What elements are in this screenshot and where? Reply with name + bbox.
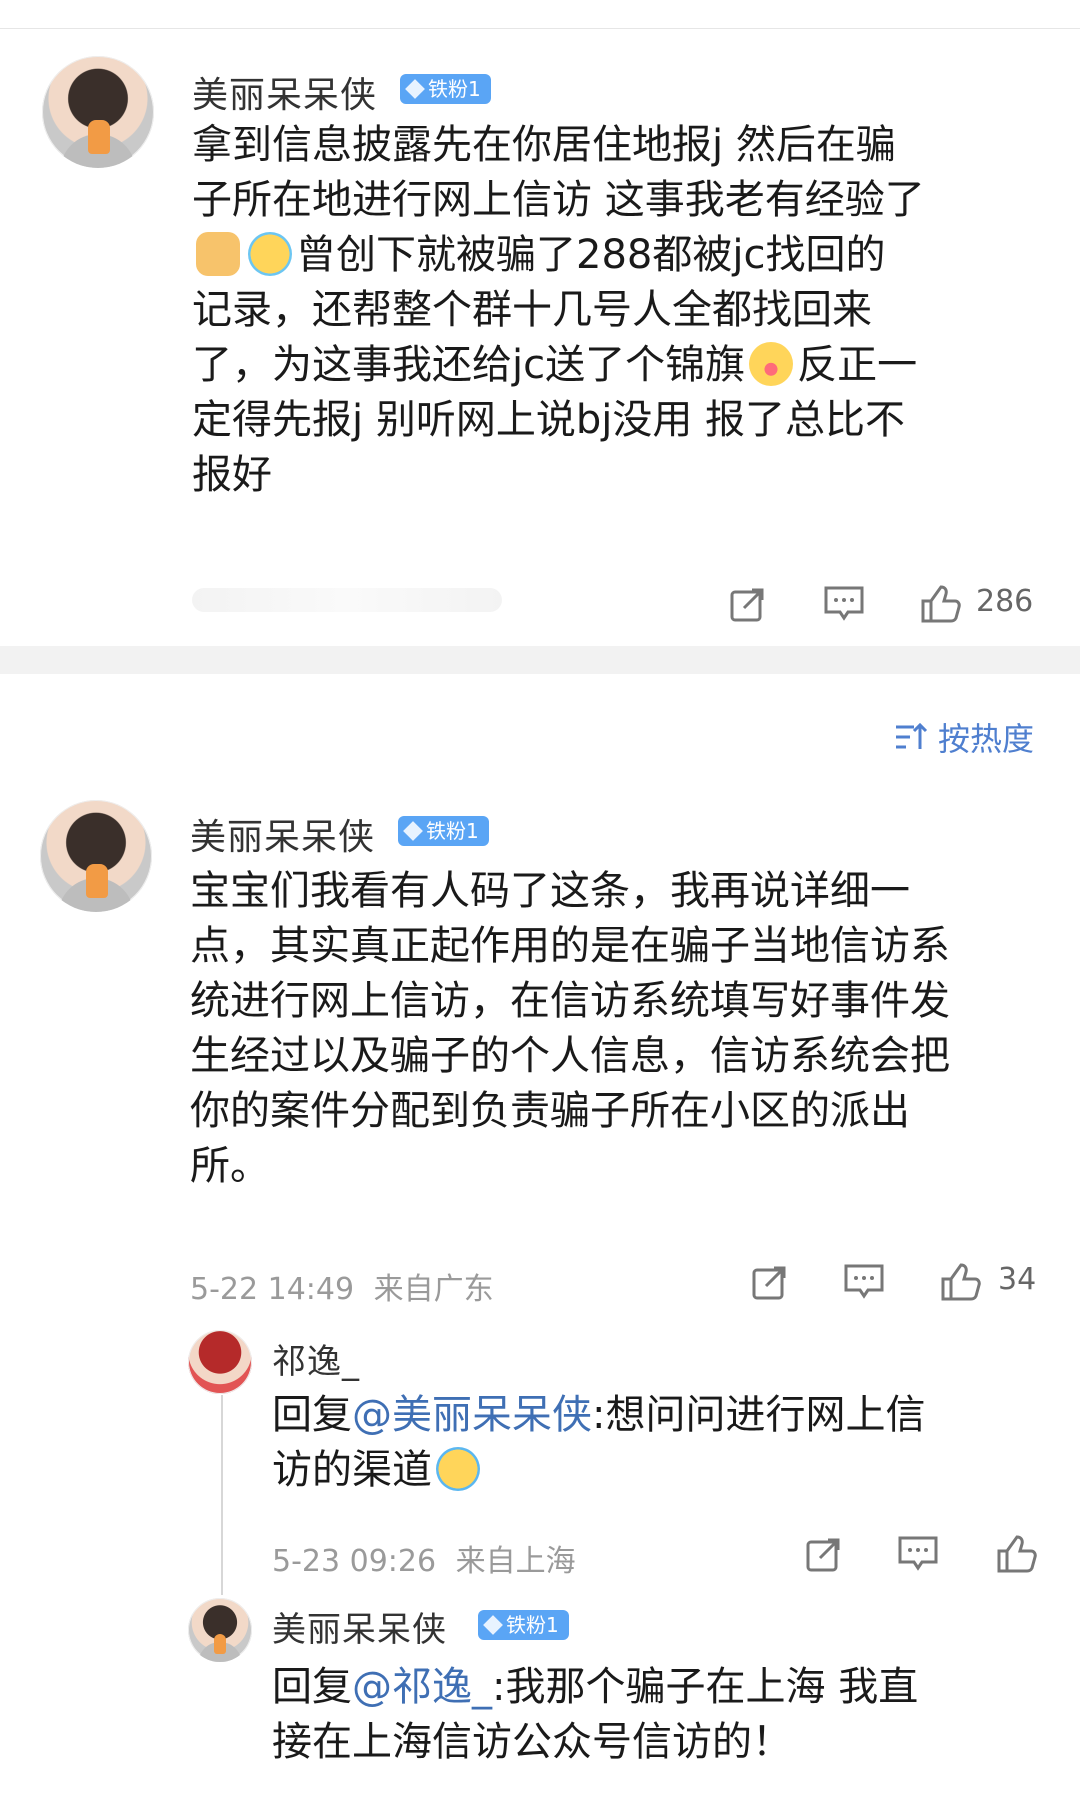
share-icon [752, 1266, 786, 1300]
thumbs-up-icon [997, 1535, 1037, 1573]
crying-emoji [436, 1447, 480, 1491]
reply-timestamp: 5-23 09:26 来自上海 [272, 1536, 576, 1580]
comment-icon [844, 1264, 884, 1299]
like-button[interactable] [990, 1528, 1042, 1580]
reply-username[interactable]: 美丽呆呆侠 [272, 1602, 447, 1651]
share-icon [806, 1538, 840, 1572]
comment-text: 宝宝们我看有人码了这条，我再说详细一 点，其实真正起作用的是在骗子当地信访系 统… [190, 864, 1060, 1194]
reply-line-text: :想问问进行网上信 [592, 1392, 926, 1438]
reply-text: 回复@美丽呆呆侠:想问问进行网上信 访的渠道 [272, 1388, 1052, 1498]
mention-link[interactable]: @美丽呆呆侠 [352, 1392, 592, 1438]
avatar[interactable] [40, 800, 152, 912]
time: 5-22 14:49 [190, 1272, 355, 1307]
fan-badge: 铁粉1 [478, 1610, 569, 1640]
fan-badge: 铁粉1 [398, 816, 489, 846]
mention-link[interactable]: @祁逸_ [352, 1664, 492, 1710]
reply-text: 回复@祁逸_:我那个骗子在上海 我直 接在上海信访公众号信访的！ [272, 1660, 1052, 1770]
location: 来自上海 [455, 1544, 576, 1579]
comment-icon [898, 1536, 938, 1571]
reply-prefix: 回复 [272, 1392, 352, 1438]
reply-prefix: 回复 [272, 1664, 352, 1710]
share-button[interactable] [800, 1530, 848, 1578]
text-line: 点，其实真正起作用的是在骗子当地信访系 [190, 923, 950, 969]
text-line: 宝宝们我看有人码了这条，我再说详细一 [190, 868, 910, 914]
diamond-icon [483, 1615, 503, 1635]
text-line: 所。 [190, 1143, 270, 1189]
comment-2: 美丽呆呆侠 铁粉1 宝宝们我看有人码了这条，我再说详细一 点，其实真正起作用的是… [0, 0, 1080, 1808]
badge-label: 铁粉1 [426, 819, 479, 843]
reply-avatar[interactable] [188, 1598, 252, 1662]
diamond-icon [403, 821, 423, 841]
reply-line-text: :我那个骗子在上海 我直 [492, 1664, 919, 1710]
time: 5-23 09:26 [272, 1544, 437, 1579]
thumbs-up-icon [941, 1263, 981, 1301]
thread-line [221, 1395, 223, 1595]
like-count: 34 [998, 1262, 1037, 1297]
reply-username[interactable]: 祁逸_ [272, 1334, 360, 1383]
share-button[interactable] [746, 1258, 794, 1306]
like-button[interactable] [934, 1256, 986, 1308]
comment-button[interactable] [838, 1258, 890, 1306]
comment-button[interactable] [892, 1530, 944, 1578]
text-line: 生经过以及骗子的个人信息，信访系统会把 [190, 1033, 950, 1079]
reply-line-text: 访的渠道 [272, 1447, 432, 1493]
reply-line: 回复@祁逸_:我那个骗子在上海 我直 [272, 1660, 1052, 1715]
reply-line: 接在上海信访公众号信访的！ [272, 1719, 792, 1765]
location: 来自广东 [373, 1272, 494, 1307]
text-line: 你的案件分配到负责骗子所在小区的派出 [190, 1088, 910, 1134]
text-line: 统进行网上信访，在信访系统填写好事件发 [190, 978, 950, 1024]
username[interactable]: 美丽呆呆侠 [190, 808, 375, 860]
badge-label: 铁粉1 [506, 1613, 559, 1637]
comment-timestamp: 5-22 14:49 来自广东 [190, 1264, 494, 1308]
reply-line: 回复@美丽呆呆侠:想问问进行网上信 [272, 1388, 1052, 1443]
reply-avatar[interactable] [188, 1330, 252, 1394]
reply-line: 访的渠道 [272, 1443, 1052, 1498]
